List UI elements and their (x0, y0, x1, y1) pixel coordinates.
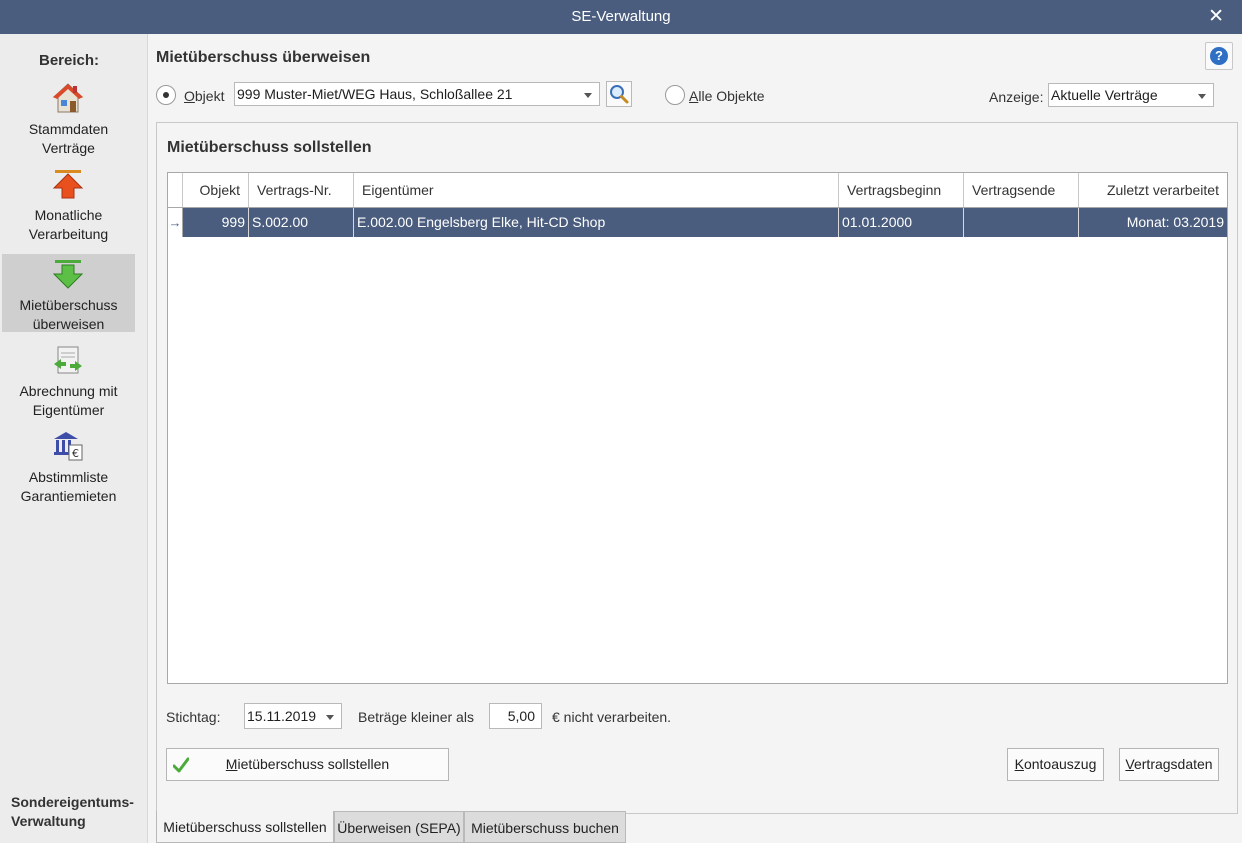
kontoauszug-button[interactable]: Kontoauszug (1007, 748, 1104, 781)
close-icon[interactable]: ✕ (1208, 5, 1224, 28)
sidebar-item-label: Verarbeitung (28, 226, 109, 242)
alle-label-text: lle Objekte (698, 88, 765, 104)
objekt-label-mnemonic: O (184, 88, 195, 104)
tab-mietueberschuss-sollstellen[interactable]: Mietüberschuss sollstellen (156, 811, 334, 843)
chevron-down-icon (1198, 94, 1206, 99)
help-button[interactable]: ? (1205, 42, 1233, 70)
sidebar-item-abstimmliste[interactable]: € Abstimmliste Garantiemieten (2, 426, 135, 504)
alle-label-mnemonic: A (689, 88, 699, 104)
svg-text:€: € (72, 447, 79, 460)
stichtag-value: 15.11.2019 (247, 708, 317, 724)
cell-vertragsbeginn[interactable]: 01.01.2000 (839, 208, 964, 237)
anzeige-select-value: Aktuelle Verträge (1051, 87, 1158, 103)
objekt-label-text: bjekt (194, 88, 225, 104)
sidebar-item-abrechnung-eigentuemer[interactable]: Abrechnung mit Eigentümer (2, 340, 135, 418)
chevron-down-icon (584, 93, 592, 98)
anzeige-select[interactable]: Aktuelle Verträge (1048, 83, 1214, 107)
vertragsdaten-button[interactable]: Vertragsdaten (1119, 748, 1219, 781)
row-indicator-icon: → (168, 208, 183, 237)
arrow-down-icon (52, 260, 84, 289)
bank-euro-icon: € (54, 432, 83, 461)
header-indicator-cell (168, 173, 183, 207)
sidebar-item-label: Verträge (42, 140, 95, 156)
sidebar-item-label: Stammdaten (28, 121, 109, 137)
panel-title: Mietüberschuss sollstellen (167, 139, 372, 156)
window-title: SE-Verwaltung (571, 8, 671, 25)
help-icon: ? (1210, 47, 1228, 65)
vertragsdaten-label: ertragsdaten (1133, 756, 1213, 772)
sollstellen-mnemonic: M (225, 756, 238, 772)
sollstellen-label: ietüberschuss sollstellen (237, 756, 390, 772)
sidebar-item-mietueberschuss-ueberweisen[interactable]: Mietüberschuss überweisen (2, 254, 135, 332)
sidebar-heading: Bereich: (38, 52, 100, 69)
betraege-label: Beträge kleiner als (358, 709, 474, 725)
column-header-vertragsende[interactable]: Vertragsende (964, 173, 1079, 207)
sidebar-item-label: Mietüberschuss (19, 297, 118, 313)
arrow-up-icon (52, 170, 84, 199)
sidebar-footer: Sondereigentums- Verwaltung (11, 793, 134, 831)
alle-objekte-radio-label[interactable]: Alle Objekte (689, 88, 765, 104)
objekt-select[interactable]: 999 Muster-Miet/WEG Haus, Schloßallee 21 (234, 82, 600, 106)
sidebar-item-label: überweisen (32, 316, 105, 332)
sidebar-item-stammdaten[interactable]: Stammdaten Verträge (2, 78, 135, 156)
sidebar: Bereich: Stammdaten Verträge Monatliche Ve… (0, 34, 148, 843)
house-icon (52, 83, 84, 113)
sidebar-item-label: Garantiemieten (20, 488, 117, 504)
cell-zuletzt-verarbeitet[interactable]: Monat: 03.2019 (1079, 208, 1227, 237)
document-transfer-icon (54, 346, 82, 374)
kontoauszug-label: ontoauszug (1023, 756, 1097, 772)
objekt-radio-label[interactable]: Objekt (184, 88, 224, 104)
chevron-down-icon (326, 715, 334, 720)
alle-objekte-radio[interactable] (665, 85, 685, 105)
betraege-threshold-input[interactable]: 5,00 (489, 703, 542, 729)
search-button[interactable] (606, 81, 632, 107)
page-title: Mietüberschuss überweisen (156, 49, 371, 66)
column-header-vertragsbeginn[interactable]: Vertragsbeginn (839, 173, 964, 207)
main-content: Mietüberschuss überweisen ? Objekt 999 M… (148, 34, 1242, 843)
title-bar: SE-Verwaltung ✕ (0, 0, 1242, 34)
column-header-zuletzt-verarbeitet[interactable]: Zuletzt verarbeitet (1079, 173, 1227, 207)
tab-mietueberschuss-buchen[interactable]: Mietüberschuss buchen (464, 811, 626, 843)
cell-vertrags-nr[interactable]: S.002.00 (249, 208, 354, 237)
sidebar-item-monatliche-verarbeitung[interactable]: Monatliche Verarbeitung (2, 164, 135, 242)
check-icon (173, 757, 189, 773)
sidebar-item-label: Eigentümer (32, 402, 105, 418)
search-icon (610, 85, 629, 104)
table-header: Objekt Vertrags-Nr. Eigentümer Vertragsb… (168, 173, 1227, 208)
vertragsdaten-mnemonic: V (1125, 756, 1134, 772)
sidebar-footer-line2: Verwaltung (11, 813, 86, 829)
mietueberschuss-sollstellen-button[interactable]: Mietüberschuss sollstellen (166, 748, 449, 781)
table-row[interactable]: → 999 S.002.00 E.002.00 Engelsberg Elke,… (168, 208, 1227, 237)
stichtag-date-picker[interactable]: 15.11.2019 (244, 703, 342, 729)
tab-ueberweisen-sepa[interactable]: Überweisen (SEPA) (334, 811, 464, 843)
column-header-vertrags-nr[interactable]: Vertrags-Nr. (249, 173, 354, 207)
kontoauszug-mnemonic: K (1014, 756, 1024, 772)
cell-objekt[interactable]: 999 (183, 208, 249, 237)
betraege-suffix: € nicht verarbeiten. (552, 709, 672, 725)
objekt-radio[interactable] (156, 85, 176, 105)
cell-eigentuemer[interactable]: E.002.00 Engelsberg Elke, Hit-CD Shop (354, 208, 839, 237)
sidebar-footer-line1: Sondereigentums- (11, 794, 134, 810)
sidebar-item-label: Abrechnung mit (19, 383, 118, 399)
column-header-eigentuemer[interactable]: Eigentümer (354, 173, 839, 207)
stichtag-label: Stichtag: (166, 709, 221, 725)
column-header-objekt[interactable]: Objekt (183, 173, 249, 207)
sollstellen-panel: Mietüberschuss sollstellen Objekt Vertra… (156, 122, 1238, 814)
cell-vertragsende[interactable] (964, 208, 1079, 237)
contracts-table: Objekt Vertrags-Nr. Eigentümer Vertragsb… (167, 172, 1228, 684)
sidebar-item-label: Abstimmliste (28, 469, 109, 485)
objekt-select-value: 999 Muster-Miet/WEG Haus, Schloßallee 21 (237, 86, 513, 102)
sidebar-item-label: Monatliche (34, 207, 103, 223)
anzeige-label: Anzeige: (989, 89, 1044, 105)
